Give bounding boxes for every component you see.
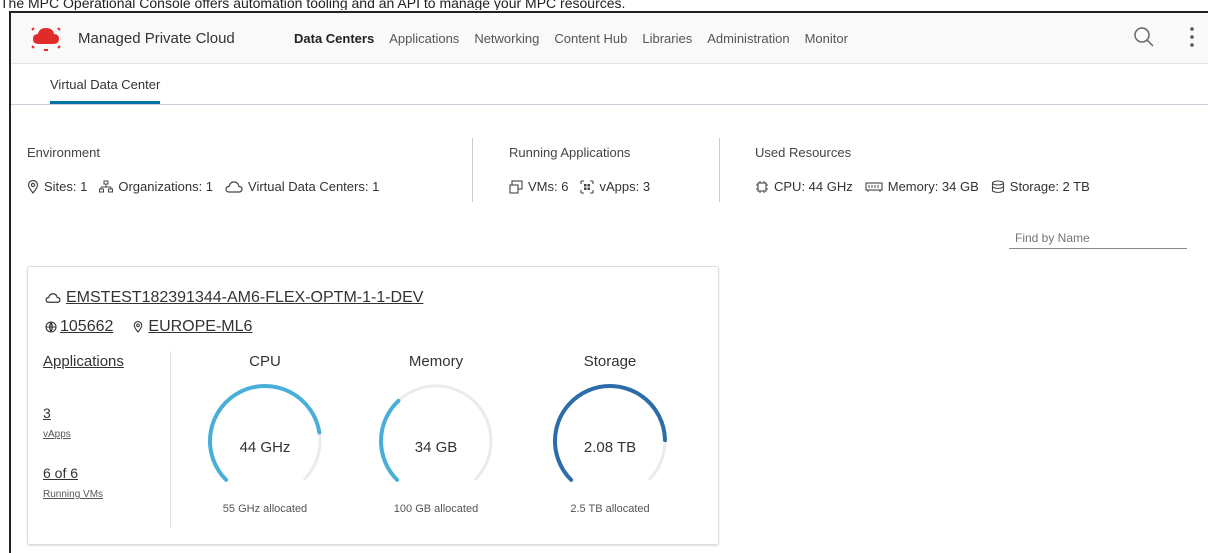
cpu-gauge-title: CPU	[249, 353, 281, 370]
nav-monitor[interactable]: Monitor	[805, 31, 848, 46]
cpu-gauge: CPU 44 GHz 55 GHz allocated	[195, 353, 335, 533]
gauge-fill	[208, 384, 322, 482]
environment-label: Environment	[27, 145, 100, 160]
location-pin-icon	[134, 321, 143, 333]
main-nav: Data Centers Applications Networking Con…	[294, 31, 863, 46]
gauge-fill	[552, 383, 667, 482]
storage-gauge-arc	[552, 383, 667, 482]
storage-icon	[991, 179, 1004, 193]
environment-stats: Sites: 1 Organizations: 1 Virtual Data C…	[27, 179, 379, 194]
vdc-card: EMSTEST182391344-AM6-FLEX-OPTM-1-1-DEV 1…	[27, 266, 719, 545]
memory-gauge-allocated: 100 GB allocated	[393, 503, 479, 515]
used-resources-stats: CPU: 44 GHz Memory: 34 GB Storage: 2 TB	[755, 179, 1090, 194]
nav-applications[interactable]: Applications	[389, 31, 459, 46]
nav-administration[interactable]: Administration	[707, 31, 789, 46]
applications-link[interactable]: Applications	[43, 353, 153, 370]
vdc-id-link[interactable]: 105662	[60, 318, 113, 336]
vms-count: VMs: 6	[528, 179, 569, 194]
nav-networking[interactable]: Networking	[474, 31, 539, 46]
more-options-icon[interactable]	[1188, 25, 1196, 49]
cpu-used: CPU: 44 GHz	[774, 179, 853, 194]
sites-count: Sites: 1	[44, 179, 88, 194]
running-applications-stats: VMs: 6 vApps: 3	[509, 179, 650, 194]
virtual-data-centers-count: Virtual Data Centers: 1	[248, 179, 380, 194]
vm-icon	[509, 179, 523, 194]
sub-nav: Virtual Data Center	[11, 64, 1208, 105]
storage-gauge: Storage 2.08 TB 2.5 TB allocated	[540, 353, 680, 533]
app-title[interactable]: Managed Private Cloud	[78, 30, 235, 47]
memory-gauge: Memory 34 GB 100 GB allocated	[366, 353, 506, 533]
vapp-icon	[580, 179, 595, 194]
vapps-link[interactable]: vApps	[43, 429, 71, 440]
nav-content-hub[interactable]: Content Hub	[554, 31, 627, 46]
vdc-location-link[interactable]: EUROPE-ML6	[148, 318, 252, 336]
applications-column: Applications 3 vApps 6 of 6 Running VMs	[43, 353, 153, 500]
cloud-logo-icon	[31, 27, 61, 51]
vdc-name-link[interactable]: EMSTEST182391344-AM6-FLEX-OPTM-1-1-DEV	[66, 289, 423, 307]
organizations-count: Organizations: 1	[118, 179, 214, 194]
cloud-icon	[225, 180, 243, 193]
used-resources-label: Used Resources	[755, 145, 852, 160]
card-divider	[170, 351, 171, 527]
memory-icon	[865, 181, 883, 192]
storage-gauge-allocated: 2.5 TB allocated	[570, 503, 650, 515]
organization-icon	[99, 180, 114, 192]
find-by-name-input[interactable]	[1009, 228, 1187, 249]
summary-divider	[719, 138, 720, 202]
storage-used: Storage: 2 TB	[1009, 179, 1090, 194]
vapps-count-link[interactable]: 3	[43, 405, 51, 421]
storage-gauge-title: Storage	[583, 353, 637, 370]
running-vms-link[interactable]: Running VMs	[43, 489, 103, 500]
memory-gauge-value: 34 GB	[414, 439, 458, 456]
location-pin-icon	[27, 179, 39, 194]
tab-virtual-data-center[interactable]: Virtual Data Center	[50, 77, 161, 104]
cpu-icon	[756, 180, 768, 193]
vapps-count: vApps: 3	[599, 179, 651, 194]
nav-libraries[interactable]: Libraries	[642, 31, 692, 46]
nav-data-centers[interactable]: Data Centers	[294, 31, 374, 46]
cpu-gauge-arc	[208, 384, 322, 482]
memory-gauge-title: Memory	[408, 353, 464, 370]
globe-icon	[45, 321, 57, 333]
vdc-meta: 105662 EUROPE-ML6	[45, 318, 252, 336]
running-vms-count-link[interactable]: 6 of 6	[43, 465, 78, 481]
summary-divider	[472, 138, 473, 202]
search-icon[interactable]	[1132, 25, 1156, 49]
vdc-title: EMSTEST182391344-AM6-FLEX-OPTM-1-1-DEV	[45, 289, 423, 307]
running-applications-label: Running Applications	[509, 145, 631, 160]
storage-gauge-value: 2.08 TB	[583, 439, 637, 456]
memory-gauge-arc	[379, 384, 493, 482]
top-header: Managed Private Cloud Data Centers Appli…	[11, 13, 1208, 64]
page-caption: The MPC Operational Console offers autom…	[0, 0, 626, 10]
memory-used: Memory: 34 GB	[887, 179, 979, 194]
cloud-icon	[45, 293, 61, 303]
cpu-gauge-value: 44 GHz	[239, 439, 291, 456]
cpu-gauge-allocated: 55 GHz allocated	[222, 503, 308, 515]
